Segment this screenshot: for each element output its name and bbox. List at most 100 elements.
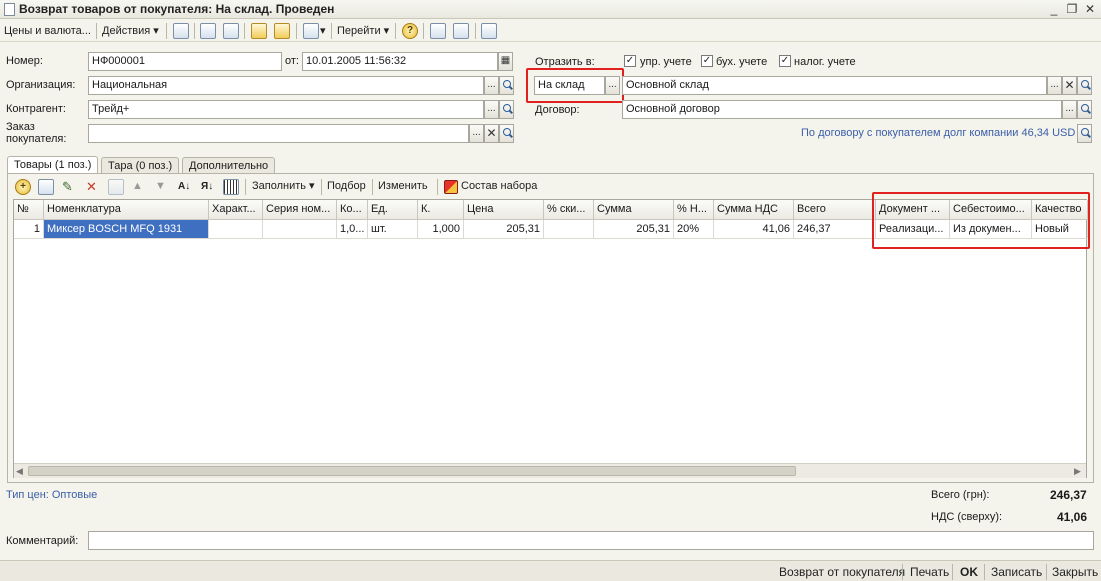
structure-icon[interactable] xyxy=(430,23,446,39)
column-header[interactable]: Документ ... xyxy=(876,200,950,220)
scroll-left-icon[interactable]: ◀ xyxy=(16,466,23,477)
organization-open-icon[interactable] xyxy=(499,76,514,95)
barcode-icon[interactable] xyxy=(223,179,239,195)
pick-button[interactable]: Подбор xyxy=(327,178,366,195)
table-cell[interactable]: 246,37 xyxy=(794,220,876,239)
warehouse-open-icon[interactable] xyxy=(1077,76,1092,95)
actions-menu[interactable]: Действия ▾ xyxy=(102,23,159,40)
view-icon[interactable] xyxy=(200,23,216,39)
minimize-button[interactable]: _ xyxy=(1046,1,1062,17)
column-header[interactable]: К. xyxy=(418,200,464,220)
column-header[interactable]: № xyxy=(14,200,44,220)
warehouse-select-button[interactable]: ... xyxy=(1047,76,1062,95)
add-row-icon[interactable]: + xyxy=(15,179,31,195)
column-header[interactable]: Ед. xyxy=(368,200,418,220)
scroll-thumb[interactable] xyxy=(28,466,796,476)
prices-currency-button[interactable]: Цены и валюта... xyxy=(4,23,91,40)
move-down-icon[interactable]: ▼ xyxy=(155,178,166,195)
table-cell[interactable]: 205,31 xyxy=(464,220,544,239)
post-document-icon[interactable] xyxy=(251,23,267,39)
table-cell[interactable]: 1,000 xyxy=(418,220,464,239)
table-cell[interactable]: Новый xyxy=(1032,220,1088,239)
number-field[interactable]: НФ000001 xyxy=(88,52,282,71)
date-field[interactable]: 10.01.2005 11:56:32 xyxy=(302,52,498,71)
end-edit-icon[interactable] xyxy=(108,179,124,195)
list-settings-icon[interactable] xyxy=(453,23,469,39)
contractor-select-button[interactable]: ... xyxy=(484,100,499,119)
table-cell[interactable]: 1,0... xyxy=(337,220,368,239)
tax-accounting-checkbox[interactable]: ✓ xyxy=(779,55,791,67)
edit-row-icon[interactable]: ✎ xyxy=(62,178,73,195)
bookkeeping-checkbox[interactable]: ✓ xyxy=(701,55,713,67)
table-cell[interactable]: шт. xyxy=(368,220,418,239)
report-icon[interactable] xyxy=(481,23,497,39)
fill-menu[interactable]: Заполнить ▾ xyxy=(252,178,315,195)
unpost-document-icon[interactable] xyxy=(274,23,290,39)
destination-select-button[interactable]: ... xyxy=(605,76,620,95)
order-clear-button[interactable]: ✕ xyxy=(484,124,499,143)
organization-select-button[interactable]: ... xyxy=(484,76,499,95)
tab-goods[interactable]: Товары (1 поз.) xyxy=(7,156,99,174)
warehouse-field[interactable]: Основной склад xyxy=(622,76,1047,95)
tab-additional[interactable]: Дополнительно xyxy=(182,157,276,174)
table-cell[interactable]: 1 xyxy=(14,220,44,239)
customer-order-field[interactable] xyxy=(88,124,469,143)
management-accounting-checkbox[interactable]: ✓ xyxy=(624,55,636,67)
contract-open-icon[interactable] xyxy=(1077,100,1092,119)
column-header[interactable]: Серия ном... xyxy=(263,200,337,220)
table-cell-selected[interactable]: Миксер BOSCH MFQ 1931 xyxy=(44,220,209,239)
column-header[interactable]: Характ... xyxy=(209,200,263,220)
help-icon[interactable]: ? xyxy=(402,23,418,39)
column-header[interactable]: Номенклатура xyxy=(44,200,209,220)
contractor-open-icon[interactable] xyxy=(499,100,514,119)
order-open-icon[interactable] xyxy=(499,124,514,143)
table-cell[interactable]: Реализаци... xyxy=(876,220,950,239)
column-header[interactable]: Ко... xyxy=(337,200,368,220)
tab-containers[interactable]: Тара (0 поз.) xyxy=(101,157,180,174)
table-cell[interactable] xyxy=(544,220,594,239)
move-up-icon[interactable]: ▲ xyxy=(132,178,143,195)
table-cell[interactable] xyxy=(209,220,263,239)
delete-row-icon[interactable]: ✕ xyxy=(86,178,97,195)
sort-desc-icon[interactable]: Я↓ xyxy=(201,178,213,195)
save-button[interactable]: Записать xyxy=(991,565,1042,579)
column-header[interactable]: Качество xyxy=(1032,200,1088,220)
change-button[interactable]: Изменить xyxy=(378,178,428,195)
ok-button[interactable]: OK xyxy=(960,565,978,579)
table-cell[interactable]: 41,06 xyxy=(714,220,794,239)
contract-field[interactable]: Основной договор xyxy=(622,100,1062,119)
based-on-icon[interactable] xyxy=(303,23,319,39)
column-header[interactable]: Сумма xyxy=(594,200,674,220)
contractor-field[interactable]: Трейд+ xyxy=(88,100,484,119)
contract-select-button[interactable]: ... xyxy=(1062,100,1077,119)
organization-field[interactable]: Национальная xyxy=(88,76,484,95)
kit-composition-button[interactable]: Состав набора xyxy=(461,178,537,195)
destination-field[interactable]: На склад xyxy=(534,76,605,95)
based-on-dropdown[interactable]: ▾ xyxy=(320,23,326,40)
calendar-button[interactable]: ▦ xyxy=(498,52,513,71)
price-type-link[interactable]: Тип цен: Оптовые xyxy=(6,489,97,501)
refresh-icon[interactable] xyxy=(223,23,239,39)
restore-button[interactable]: ❐ xyxy=(1064,1,1080,17)
table-cell[interactable]: Из докумен... xyxy=(950,220,1032,239)
comment-field[interactable] xyxy=(88,531,1094,550)
table-cell[interactable]: 205,31 xyxy=(594,220,674,239)
column-header[interactable]: % Н... xyxy=(674,200,714,220)
debt-details-icon[interactable] xyxy=(1077,124,1092,143)
column-header[interactable]: % ски... xyxy=(544,200,594,220)
warehouse-clear-button[interactable]: ✕ xyxy=(1062,76,1077,95)
debt-info-link[interactable]: По договору с покупателем долг компании … xyxy=(801,127,1075,139)
sort-asc-icon[interactable]: A↓ xyxy=(178,178,190,195)
column-header[interactable]: Цена xyxy=(464,200,544,220)
column-header[interactable]: Себестоимо... xyxy=(950,200,1032,220)
copy-row-icon[interactable] xyxy=(38,179,54,195)
column-header[interactable]: Сумма НДС xyxy=(714,200,794,220)
horizontal-scrollbar[interactable]: ◀ ▶ xyxy=(14,463,1086,478)
scroll-right-icon[interactable]: ▶ xyxy=(1074,466,1081,477)
table-cell[interactable] xyxy=(263,220,337,239)
goto-menu[interactable]: Перейти ▾ xyxy=(337,23,389,40)
order-select-button[interactable]: ... xyxy=(469,124,484,143)
table-cell[interactable]: 20% xyxy=(674,220,714,239)
close-window-button[interactable]: ✕ xyxy=(1082,1,1098,17)
save-post-icon[interactable] xyxy=(173,23,189,39)
